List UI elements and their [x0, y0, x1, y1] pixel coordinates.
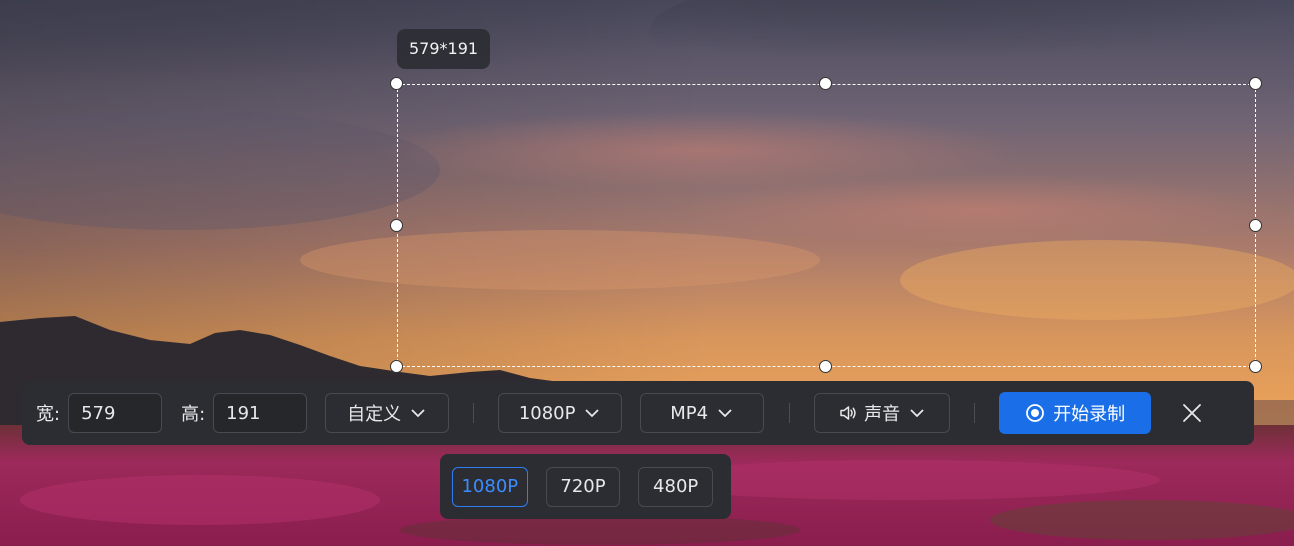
resolution-value: 1080P — [518, 402, 576, 424]
area-mode-dropdown[interactable]: 自定义 — [325, 393, 450, 433]
start-recording-button[interactable]: 开始录制 — [999, 392, 1152, 434]
resize-handle-left[interactable] — [390, 219, 403, 232]
chevron-down-icon — [716, 404, 734, 422]
resize-handle-bottom[interactable] — [819, 360, 832, 373]
width-input[interactable] — [68, 393, 163, 433]
resize-handle-top-right[interactable] — [1249, 77, 1262, 90]
start-recording-label: 开始录制 — [1053, 404, 1126, 425]
resize-handle-top-left[interactable] — [390, 77, 403, 90]
area-mode-value: 自定义 — [347, 404, 402, 425]
resolution-dropdown[interactable]: 1080P — [498, 393, 623, 433]
audio-dropdown[interactable]: 声音 — [814, 393, 951, 433]
audio-label: 声音 — [864, 404, 901, 425]
chevron-down-icon — [583, 404, 601, 422]
close-button[interactable] — [1176, 397, 1208, 429]
selection-size-label: 579*191 — [397, 29, 491, 69]
record-icon — [1025, 403, 1045, 423]
height-label: 高: — [181, 404, 206, 425]
toolbar-divider — [974, 403, 976, 423]
resolution-options-popup: 1080P 720P 480P — [440, 454, 731, 519]
chevron-down-icon — [908, 404, 926, 422]
resize-handle-bottom-right[interactable] — [1249, 360, 1262, 373]
format-dropdown[interactable]: MP4 — [640, 393, 765, 433]
speaker-icon — [838, 403, 858, 423]
height-input[interactable] — [213, 393, 308, 433]
resize-handle-bottom-left[interactable] — [390, 360, 403, 373]
resolution-option-480p[interactable]: 480P — [638, 466, 713, 507]
toolbar-divider — [789, 403, 791, 423]
resize-handle-top[interactable] — [819, 77, 832, 90]
resize-handle-right[interactable] — [1249, 219, 1262, 232]
recording-toolbar: 宽: 高: 自定义 1080P MP4 声音 — [22, 381, 1254, 445]
chevron-down-icon — [409, 404, 427, 422]
resolution-option-1080p[interactable]: 1080P — [452, 466, 528, 507]
width-label: 宽: — [36, 404, 61, 425]
format-value: MP4 — [670, 402, 709, 424]
close-icon — [1181, 402, 1203, 424]
resolution-option-720p[interactable]: 720P — [545, 466, 621, 507]
capture-selection-area[interactable] — [397, 84, 1256, 367]
toolbar-divider — [473, 403, 475, 423]
